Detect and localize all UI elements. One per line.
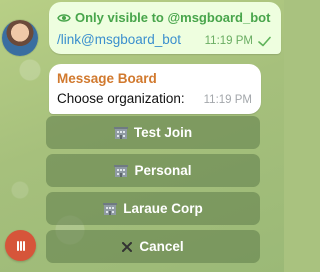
building-icon: [114, 164, 129, 177]
keyboard-button-test-join[interactable]: Test Join: [46, 116, 260, 149]
outgoing-message-text[interactable]: /link@msgboard_bot: [57, 32, 181, 47]
keyboard-button-cancel[interactable]: Cancel: [46, 230, 260, 263]
outgoing-message-time: 11:19 PM: [204, 35, 253, 47]
check-icon: [258, 36, 271, 47]
visibility-note-text: Only visible to @msgboard_bot: [75, 10, 271, 25]
keyboard-button-laraue-corp[interactable]: Laraue Corp: [46, 192, 260, 225]
incoming-message-time: 11:19 PM: [203, 94, 252, 106]
building-icon: [113, 126, 128, 139]
visibility-note: Only visible to @msgboard_bot: [57, 10, 270, 25]
keyboard-button-label: Test Join: [133, 125, 193, 140]
keyboard-button-label: Laraue Corp: [123, 201, 203, 216]
keyboard-button-label: Cancel: [139, 239, 184, 254]
keyboard-button-label: Personal: [134, 163, 192, 178]
keyboard-button-personal[interactable]: Personal: [46, 154, 260, 187]
incoming-message-text: Choose organization:: [57, 91, 185, 106]
cross-icon: [122, 241, 133, 252]
bot-menu-button[interactable]: [5, 230, 36, 261]
user-avatar[interactable]: [2, 20, 38, 56]
eye-icon: [57, 13, 71, 22]
menu-lines-icon: [16, 240, 25, 251]
building-icon: [103, 202, 118, 215]
incoming-message-bubble[interactable]: Message Board Choose organization: 11:19…: [49, 64, 261, 114]
outgoing-message-bubble[interactable]: Only visible to @msgboard_bot /link@msgb…: [49, 2, 281, 54]
sender-name[interactable]: Message Board: [57, 71, 157, 86]
